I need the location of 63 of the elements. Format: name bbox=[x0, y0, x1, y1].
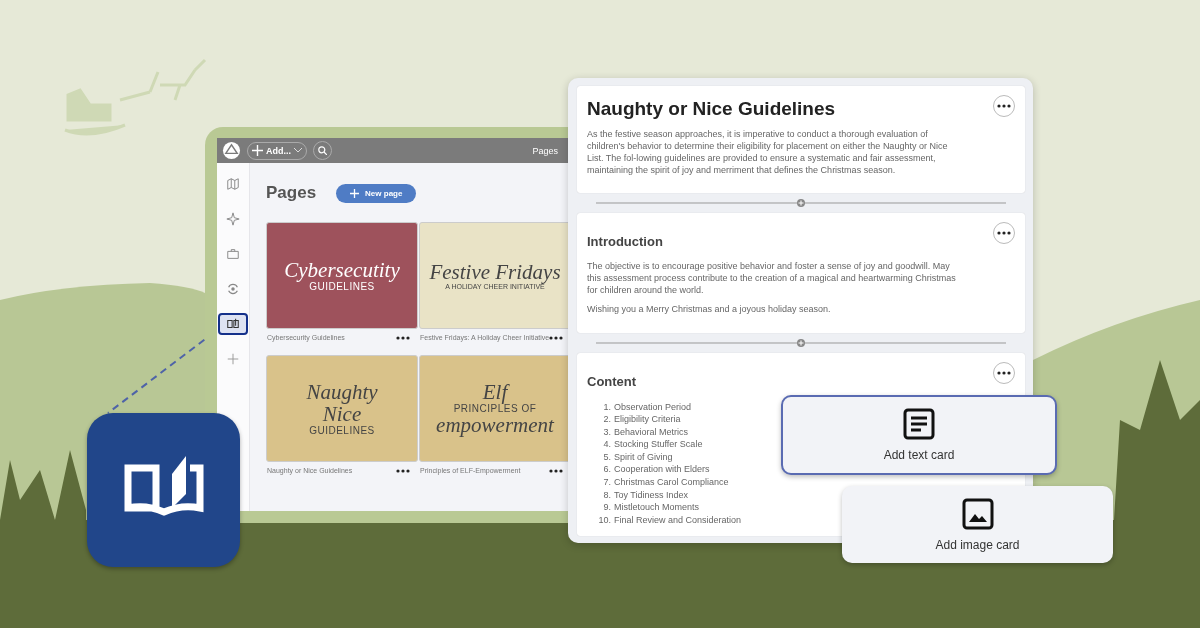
more-icon bbox=[997, 370, 1011, 375]
list-number: 4. bbox=[602, 438, 611, 451]
cover-text: Cybersecutity bbox=[284, 258, 400, 281]
card-heading: Content bbox=[587, 373, 638, 389]
page-cover[interactable]: Elf PRINCIPLES OF empowerment bbox=[419, 355, 571, 462]
list-number: 2. bbox=[602, 413, 611, 426]
page-heading: Pages bbox=[266, 183, 317, 203]
add-card-button[interactable]: Add text card bbox=[781, 395, 1057, 475]
paragraph: Wishing you a Merry Christmas and a joyous holiday season. bbox=[587, 303, 832, 316]
new-page-button[interactable]: New page bbox=[336, 183, 417, 203]
cover-text: Naughty bbox=[306, 380, 378, 403]
cover-text: GUIDELINES bbox=[309, 281, 375, 292]
cover-text: PRINCIPLES OF bbox=[453, 403, 537, 414]
map-icon bbox=[226, 177, 240, 191]
plus-icon bbox=[252, 145, 263, 156]
logo-icon bbox=[222, 141, 241, 160]
page-cover[interactable]: Naughty Nice GUIDELINES bbox=[266, 355, 418, 462]
compass-icon bbox=[226, 212, 240, 226]
image-icon bbox=[961, 497, 994, 530]
sidebar-item[interactable] bbox=[218, 313, 248, 335]
card-heading: Introduction bbox=[587, 234, 664, 249]
cover-text: GUIDELINES bbox=[309, 425, 375, 437]
text-document-icon bbox=[903, 408, 935, 440]
search-icon bbox=[318, 146, 327, 155]
sync-icon bbox=[226, 282, 240, 296]
list-number: 1. bbox=[602, 400, 611, 414]
list-number: 7. bbox=[602, 476, 611, 489]
paragraph: As the festive season approaches, it is imperative to conduct a thorough evaluation of children's behavior to determine their eligibility for placement on either the Naughty or Nice List. The fol-lowing guidelines are provided to ensure a systematic and fair assessment, maintaining the spirit of joy and merriment that defines the Christmas season. bbox=[587, 129, 949, 177]
add-card-button[interactable]: Add image card bbox=[842, 486, 1113, 563]
list-item: Behavioral Metrics bbox=[614, 425, 690, 439]
list-item: Mistletouch Moments bbox=[614, 501, 701, 514]
cover-text: Elf bbox=[482, 380, 508, 403]
more-icon bbox=[997, 104, 1011, 108]
briefcase-icon bbox=[226, 247, 240, 261]
more-icon bbox=[997, 231, 1011, 235]
list-item: Christmas Carol Compliance bbox=[614, 476, 730, 489]
list-number: 3. bbox=[602, 425, 611, 439]
cover-text: Nice bbox=[322, 403, 362, 426]
list-number: 9. bbox=[602, 501, 611, 514]
list-item: Eligibility Criteria bbox=[614, 413, 682, 426]
more-button[interactable] bbox=[993, 222, 1015, 244]
list-item: Stocking Stuffer Scale bbox=[614, 438, 704, 451]
page-cover[interactable]: Cybersecutity GUIDELINES bbox=[266, 222, 418, 329]
cover-text: Festive Fridays bbox=[429, 260, 561, 283]
location-label: Pages bbox=[532, 145, 558, 156]
plus-icon bbox=[226, 352, 240, 366]
list-number: 6. bbox=[602, 463, 611, 477]
chevron-icon bbox=[294, 148, 302, 153]
list-number: 8. bbox=[602, 488, 611, 502]
paragraph: The objective is to encourage positive behavior and foster a sense of joy and goodwill. May this assessment process contribute to the creation of a magical and heartwarming Christmas for children around the world. bbox=[587, 261, 957, 297]
plus-icon bbox=[350, 188, 360, 198]
more-button[interactable] bbox=[993, 95, 1015, 117]
more-button[interactable] bbox=[993, 361, 1015, 384]
list-item: Final Review and Consideration bbox=[614, 513, 742, 527]
list-item: Observation Period bbox=[614, 400, 693, 414]
list-number: 10. bbox=[597, 513, 611, 527]
list-number: 5. bbox=[602, 450, 611, 464]
list-item: Toy Tidiness Index bbox=[614, 488, 690, 502]
list-item: Cooperation with Elders bbox=[614, 463, 711, 477]
list-item: Spirit of Giving bbox=[614, 450, 674, 464]
card-title: Naughty or Nice Guidelines bbox=[587, 98, 837, 120]
book-icon bbox=[226, 317, 240, 331]
cover-text: empowerment bbox=[436, 414, 554, 437]
